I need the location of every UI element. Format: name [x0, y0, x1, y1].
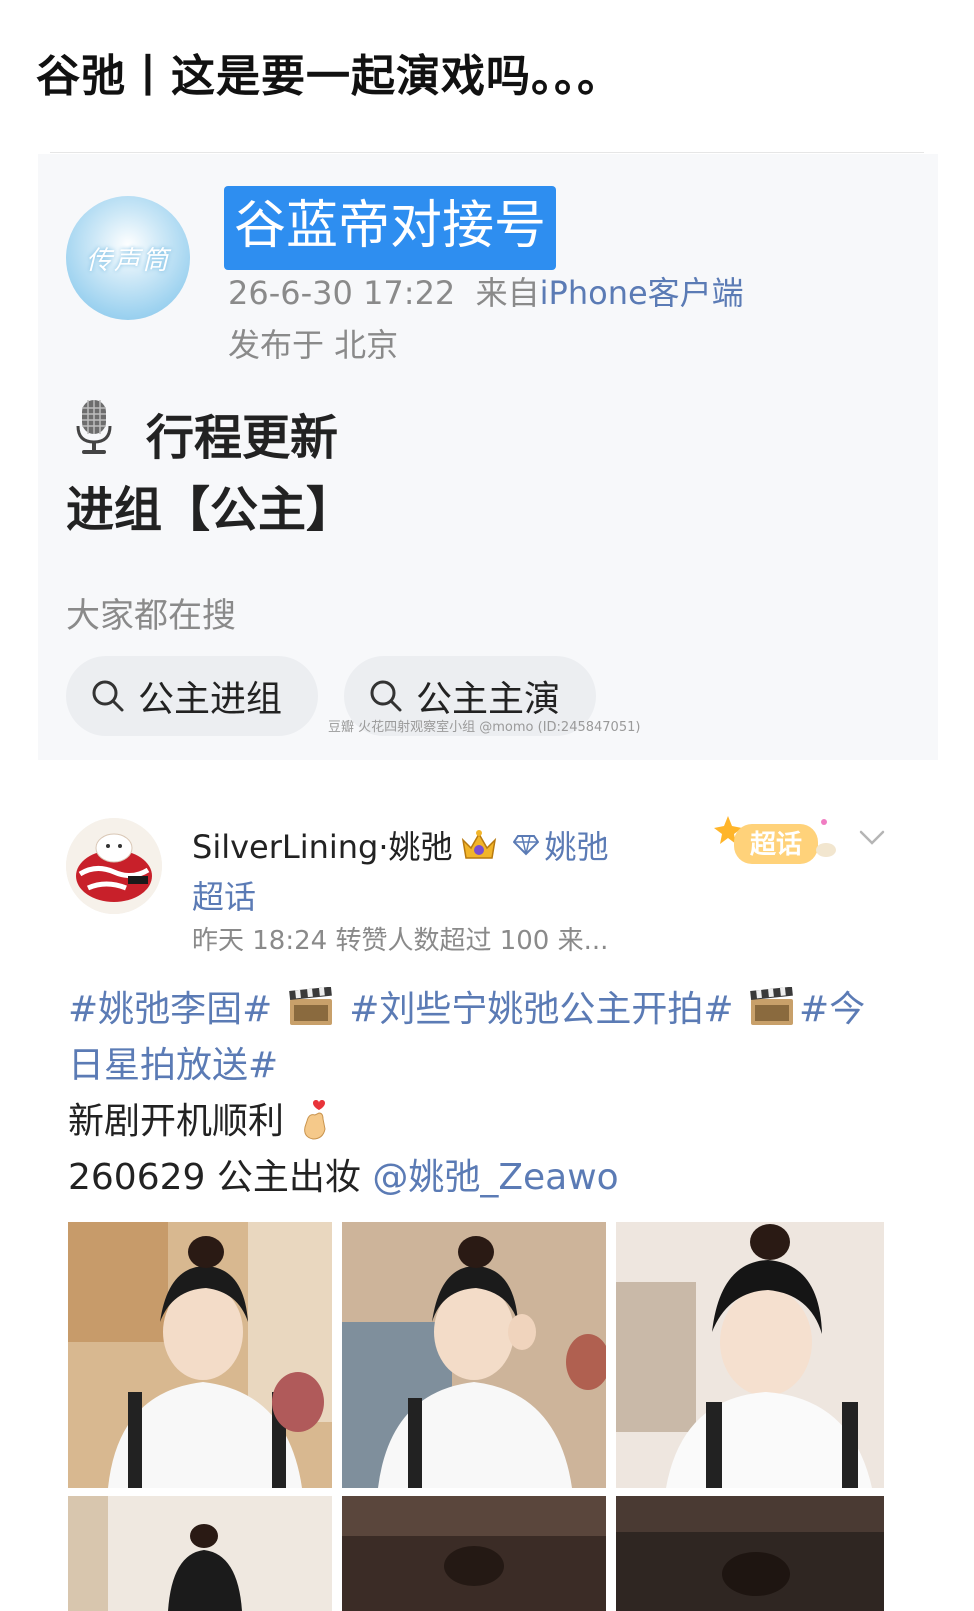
clapper-icon — [750, 987, 794, 1025]
author-name[interactable]: SilverLining·姚弛 — [192, 822, 453, 868]
chevron-down-icon[interactable] — [858, 828, 886, 848]
hashtag[interactable]: #姚弛李固# — [68, 989, 272, 1030]
post-time: 26-6-30 17:22 — [228, 274, 456, 312]
post-body: #姚弛李固# #刘些宁姚弛公主开拍# #今日星拍放送# 新剧开机顺利 26062… — [68, 982, 898, 1206]
avatar-logo — [66, 818, 162, 914]
source-client[interactable]: iPhone客户端 — [540, 274, 744, 312]
photo-image — [68, 1222, 332, 1488]
microphone-icon — [76, 400, 112, 454]
source-prefix: 来自 — [475, 274, 540, 312]
search-chip-label: 公主主演 — [416, 679, 561, 720]
avatar-text: 传声筒 — [85, 245, 170, 276]
photo-thumbnail[interactable] — [342, 1222, 606, 1488]
photo-thumbnail[interactable] — [616, 1496, 884, 1611]
super-topic-badge[interactable]: 超话 — [712, 812, 842, 874]
post-text-line: 行程更新 — [146, 410, 339, 466]
author-name[interactable]: 谷蓝帝对接号 — [224, 186, 557, 270]
photo-image — [616, 1496, 884, 1611]
post-text-line: 260629 公主出妆 — [68, 1157, 361, 1198]
diamond-icon — [512, 835, 539, 856]
hashtag[interactable]: #刘些宁姚弛公主开拍# — [349, 989, 733, 1030]
photo-thumbnail[interactable] — [342, 1496, 606, 1611]
super-topic-link[interactable]: 姚弛 — [545, 822, 609, 868]
avatar[interactable] — [66, 818, 162, 914]
post-meta: 26-6-30 17:22 来自iPhone客户端 — [228, 268, 744, 314]
photo-image — [342, 1222, 606, 1488]
crown-icon — [461, 830, 496, 859]
post-text-line: 新剧开机顺利 — [68, 1101, 285, 1142]
post-text-line: 进组【公主】 — [66, 482, 355, 538]
divider — [50, 152, 924, 153]
post-meta: 昨天 18:24 转赞人数超过 100 来... — [192, 926, 609, 956]
author-line: SilverLining·姚弛 姚弛 — [192, 822, 609, 868]
photo-thumbnail[interactable] — [616, 1222, 884, 1488]
search-chip-label: 公主进组 — [138, 679, 283, 720]
photo-thumbnail[interactable] — [68, 1496, 332, 1611]
search-icon — [92, 680, 124, 712]
photo-image — [616, 1222, 884, 1488]
search-icon — [370, 680, 402, 712]
watermark: 豆瓣 火花四射观察室小组 @momo (ID:245847051) — [328, 720, 641, 735]
photo-image — [68, 1496, 332, 1611]
photo-thumbnail[interactable] — [68, 1222, 332, 1488]
user-mention[interactable]: @姚弛_Zeawo — [372, 1157, 618, 1198]
clapper-icon — [288, 987, 332, 1025]
super-topic-badge-label: 超话 — [750, 830, 802, 860]
super-topic-link-suffix[interactable]: 超话 — [192, 872, 256, 918]
search-chip[interactable]: 公主进组 — [66, 656, 318, 736]
avatar[interactable]: 传声筒 — [66, 196, 190, 320]
photo-image — [342, 1496, 606, 1611]
page-title: 谷弛丨这是要一起演戏吗。。。 — [36, 51, 622, 102]
search-heading: 大家都在搜 — [66, 596, 236, 636]
post-location: 发布于 北京 — [228, 326, 399, 364]
heart-hand-icon — [304, 1100, 326, 1140]
